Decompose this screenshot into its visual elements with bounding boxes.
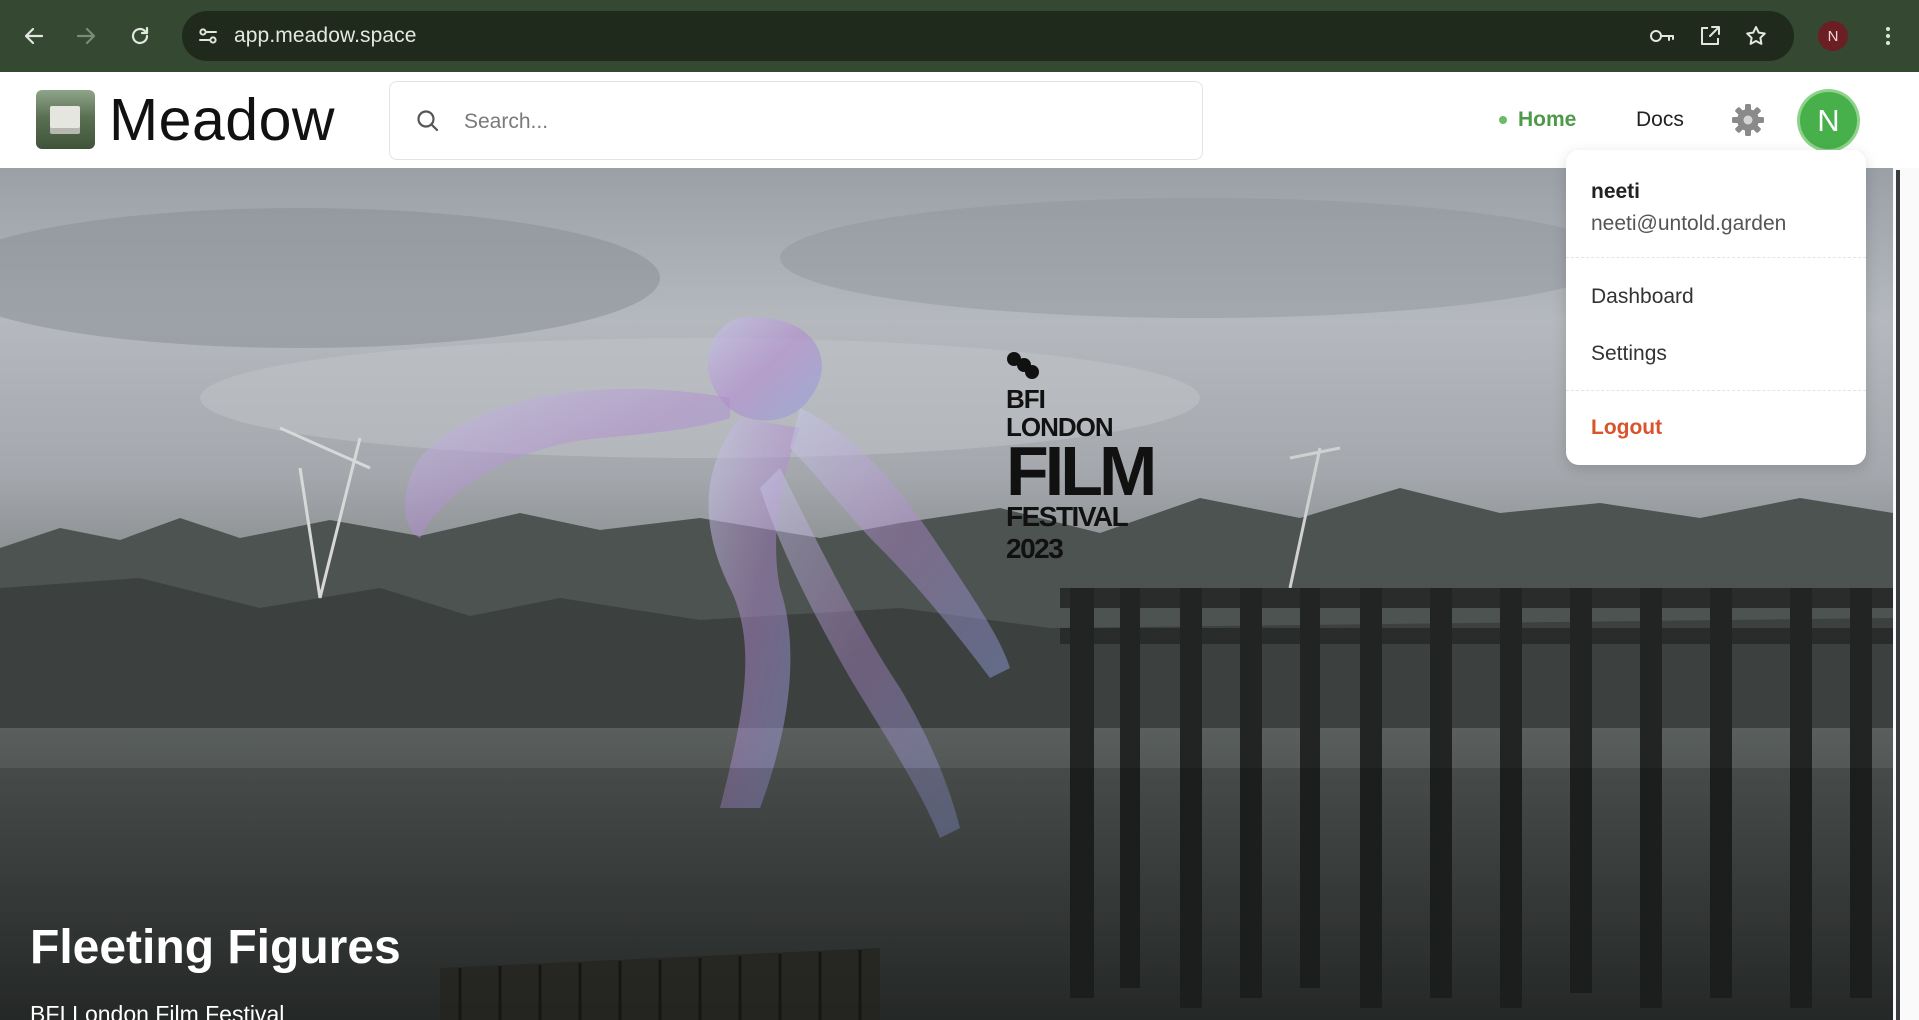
search-input[interactable] [462,82,1186,161]
site-settings-icon[interactable] [196,24,220,48]
nav-home-link[interactable]: Home [1499,108,1576,132]
bfi-logo-line2: FILM [1006,432,1157,510]
user-avatar-button[interactable]: N [1800,92,1857,149]
reload-icon [131,26,149,45]
nav-docs-link[interactable]: Docs [1636,108,1684,132]
menu-item-dashboard[interactable]: Dashboard [1591,285,1694,309]
bfi-circles-icon [1007,352,1039,379]
page-scrollbar[interactable] [1893,168,1919,1020]
hero-subtitle: BFI London Film Festival [30,1001,285,1020]
menu-divider [1566,390,1866,391]
gear-icon[interactable] [1729,101,1767,139]
menu-user-email: neeti@untold.garden [1591,212,1787,235]
forward-button[interactable] [68,18,104,54]
more-vertical-icon [1886,27,1890,45]
search-icon [417,110,439,132]
browser-profile-avatar[interactable]: N [1818,21,1848,51]
nav-home-label: Home [1518,108,1577,131]
logo-image[interactable] [36,90,95,149]
reload-button[interactable] [122,18,158,54]
menu-user-name: neeti [1591,180,1641,203]
url-text[interactable]: app.meadow.space [234,24,417,48]
arrow-right-icon [76,27,96,45]
password-key-icon[interactable] [1648,24,1676,48]
brand-name[interactable]: Meadow [109,86,335,154]
address-bar[interactable]: app.meadow.space [182,11,1794,61]
open-in-new-icon[interactable] [1698,24,1722,48]
bookmark-star-icon[interactable] [1744,24,1768,48]
bfi-festival-logo: BFI LONDON FILM FESTIVAL 2023 [1006,350,1157,565]
menu-divider [1566,257,1866,258]
back-button[interactable] [16,18,52,54]
user-dropdown-menu: neeti neeti@untold.garden Dashboard Sett… [1566,150,1866,465]
menu-item-settings[interactable]: Settings [1591,342,1667,366]
search-box[interactable] [389,81,1203,161]
hero-title: Fleeting Figures [30,921,401,974]
browser-menu-button[interactable] [1870,18,1906,54]
browser-toolbar: app.meadow.space N [0,0,1919,72]
bfi-logo-line3: FESTIVAL 2023 [1006,501,1128,564]
menu-item-logout[interactable]: Logout [1591,416,1662,440]
arrow-left-icon [24,27,44,45]
active-indicator-dot [1499,116,1507,124]
